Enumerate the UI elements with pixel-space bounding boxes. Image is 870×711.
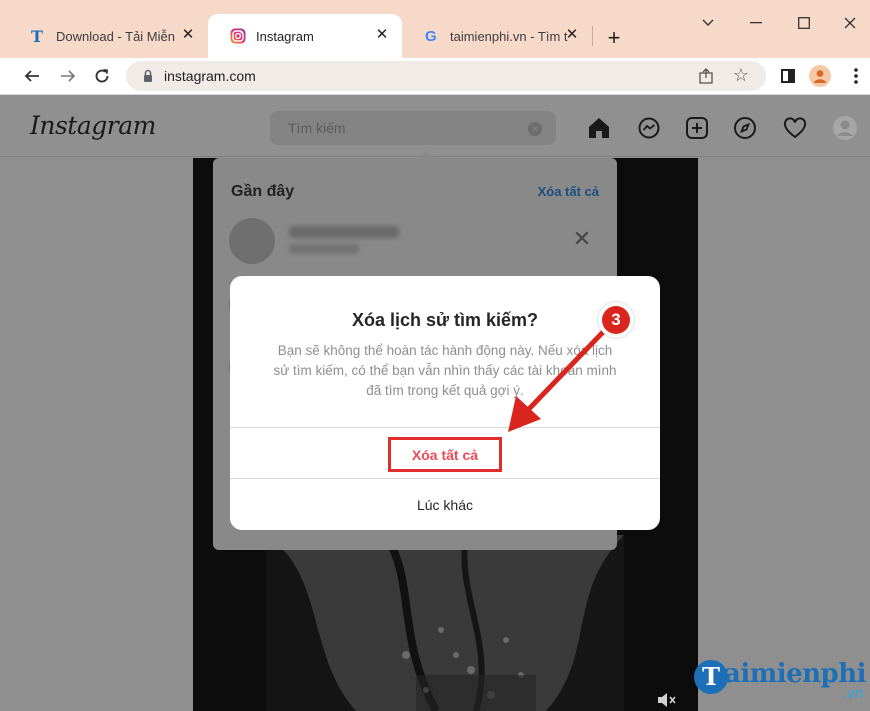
recent-search-subtitle-blurred — [289, 244, 359, 254]
search-placeholder: Tìm kiếm — [288, 120, 346, 136]
tab-search-chevron-icon[interactable] — [688, 10, 728, 36]
not-now-button[interactable]: Lúc khác — [230, 479, 660, 530]
browser-tab-strip: T Download - Tải Miễn ✕ Instagram ✕ G ta… — [0, 0, 870, 58]
tab-title: Instagram — [256, 28, 314, 44]
screenshot-frame: T Download - Tải Miễn ✕ Instagram ✕ G ta… — [0, 0, 870, 711]
recent-searches-title: Gần đây — [231, 183, 295, 200]
avatar[interactable] — [229, 218, 275, 264]
watermark-initial: T — [694, 660, 728, 694]
tab-instagram[interactable]: Instagram ✕ — [208, 14, 402, 58]
explore-compass-icon[interactable] — [732, 115, 758, 141]
new-tab-button[interactable]: + — [600, 24, 628, 52]
messenger-icon[interactable] — [636, 115, 662, 141]
google-g-icon: G — [424, 28, 440, 44]
instagram-icon — [230, 28, 246, 44]
svg-text:T: T — [31, 28, 43, 44]
clear-all-label: Xóa tất cả — [388, 437, 502, 472]
reload-icon[interactable] — [88, 62, 116, 90]
instagram-header: Instagram Tìm kiếm ✕ — [0, 95, 870, 157]
clear-all-button[interactable]: Xóa tất cả — [230, 428, 660, 478]
bookmark-star-icon[interactable]: ☆ — [730, 64, 752, 86]
back-arrow-icon[interactable] — [18, 62, 46, 90]
kebab-menu-icon[interactable] — [842, 62, 870, 90]
taimienphi-watermark-logo: T aimienphi .vn — [694, 656, 870, 706]
close-window-button[interactable] — [830, 10, 870, 36]
side-panel-icon[interactable] — [774, 62, 802, 90]
watermark-brand: aimienphi — [724, 659, 867, 689]
close-tab-icon[interactable]: ✕ — [564, 27, 580, 43]
taimienphi-t-icon: T — [30, 28, 46, 44]
dialog-title: Xóa lịch sử tìm kiếm? — [351, 310, 539, 330]
lock-icon[interactable] — [140, 68, 156, 84]
profile-avatar[interactable] — [832, 115, 858, 141]
clear-history-dialog: Xóa lịch sử tìm kiếm? Bạn sẽ không thể h… — [230, 276, 660, 530]
address-bar[interactable]: instagram.com ☆ — [126, 61, 766, 91]
minimize-button[interactable] — [736, 10, 776, 36]
share-icon[interactable] — [696, 66, 716, 86]
maximize-button[interactable] — [784, 10, 824, 36]
browser-toolbar: instagram.com ☆ — [0, 58, 870, 94]
profile-avatar-icon[interactable] — [806, 62, 834, 90]
recent-search-username-blurred — [289, 226, 399, 238]
url-text[interactable]: instagram.com — [164, 68, 256, 84]
clear-all-recent-link[interactable]: Xóa tất cả — [538, 184, 599, 199]
search-input[interactable]: Tìm kiếm ✕ — [270, 111, 556, 145]
svg-text:G: G — [425, 28, 437, 44]
tab-google-search[interactable]: G taimienphi.vn - Tìm t ✕ — [402, 14, 592, 58]
home-icon[interactable] — [586, 115, 612, 141]
activity-heart-icon[interactable] — [782, 115, 808, 141]
new-post-icon[interactable] — [684, 115, 710, 141]
tab-separator — [592, 26, 593, 46]
tab-title: taimienphi.vn - Tìm t — [450, 28, 568, 44]
forward-arrow-icon[interactable] — [54, 62, 82, 90]
remove-recent-icon[interactable]: ✕ — [571, 228, 593, 250]
dialog-message: Bạn sẽ không thể hoàn tác hành động này.… — [273, 343, 617, 398]
mute-icon[interactable] — [656, 691, 678, 709]
clear-search-icon[interactable]: ✕ — [528, 122, 542, 136]
tab-title: Download - Tải Miễn — [56, 28, 175, 44]
tab-taimienphi-download[interactable]: T Download - Tải Miễn ✕ — [8, 14, 208, 58]
instagram-logo[interactable]: Instagram — [30, 111, 156, 140]
close-tab-icon[interactable]: ✕ — [180, 27, 196, 43]
watermark-suffix: .vn — [842, 686, 864, 702]
close-tab-icon[interactable]: ✕ — [374, 27, 390, 43]
feed-post-photo[interactable] — [266, 535, 624, 711]
